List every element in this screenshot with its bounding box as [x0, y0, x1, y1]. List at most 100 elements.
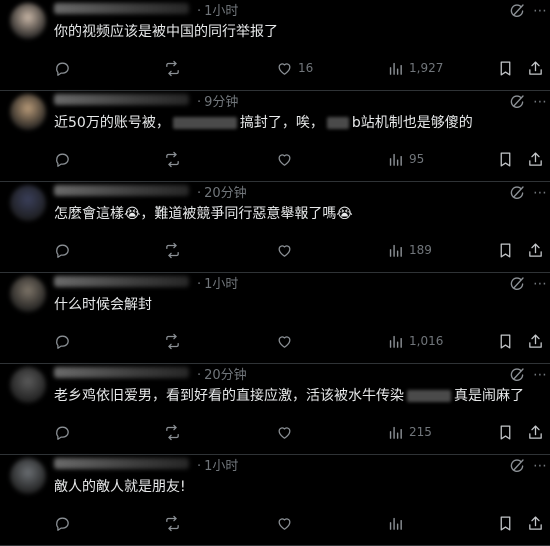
post-text: 什么时候会解封 [54, 295, 530, 315]
grok-icon[interactable] [508, 275, 526, 293]
repost-icon [166, 151, 179, 167]
reply-button[interactable] [54, 513, 76, 533]
post-time-text: 1小时 [204, 4, 239, 19]
share-icon [529, 242, 542, 257]
reply-post[interactable]: · 1小时 ⋯ 你的视频应该是被中国的同行举报了 16 1,927 [0, 0, 550, 91]
post-text-segment: 敵人的敵人就是朋友! [54, 479, 186, 495]
bookmark-button[interactable] [497, 58, 514, 78]
heart-icon [278, 244, 291, 257]
post-timestamp[interactable]: · 20分钟 [197, 182, 247, 201]
like-button[interactable]: 16 [276, 58, 313, 78]
redacted-text [407, 390, 451, 402]
grok-icon[interactable] [508, 457, 526, 475]
bookmark-icon [500, 60, 511, 76]
reply-button[interactable] [54, 240, 76, 260]
like-button[interactable] [276, 513, 298, 533]
share-button[interactable] [527, 422, 544, 442]
more-icon[interactable]: ⋯ [531, 93, 549, 111]
post-timestamp[interactable]: · 1小时 [197, 455, 238, 474]
more-icon[interactable]: ⋯ [531, 366, 549, 384]
author-name-redacted[interactable] [54, 94, 189, 105]
grok-icon[interactable] [508, 2, 526, 20]
author-name-redacted[interactable] [54, 367, 189, 378]
grok-icon[interactable] [508, 184, 526, 202]
post-text: 近50万的账号被， 搞封了，唉， b站机制也是够傻的 [54, 113, 530, 133]
avatar[interactable] [10, 185, 46, 221]
post-text-segment: 真是闹麻了 [454, 388, 524, 404]
reply-post[interactable]: · 1小时 ⋯ 敵人的敵人就是朋友! [0, 455, 550, 546]
views-button[interactable]: 95 [387, 149, 424, 169]
avatar[interactable] [10, 276, 46, 312]
author-name-redacted[interactable] [54, 3, 189, 14]
reply-post[interactable]: · 9分钟 ⋯ 近50万的账号被， 搞封了，唉， b站机制也是够傻的 95 [0, 91, 550, 182]
views-button[interactable] [387, 513, 409, 533]
share-icon [529, 60, 542, 75]
more-icon[interactable]: ⋯ [531, 2, 549, 20]
post-actions: 189 [54, 240, 550, 260]
share-button[interactable] [527, 513, 544, 533]
views-button[interactable]: 1,927 [387, 58, 443, 78]
repost-button[interactable] [164, 331, 186, 351]
bookmark-button[interactable] [497, 422, 514, 442]
more-icon[interactable]: ⋯ [531, 275, 549, 293]
repost-button[interactable] [164, 149, 186, 169]
bookmark-button[interactable] [497, 513, 514, 533]
views-button[interactable]: 215 [387, 422, 432, 442]
reply-post[interactable]: · 20分钟 ⋯ 怎麼會這樣😭，難道被競爭同行惡意舉報了嗎😭 189 [0, 182, 550, 273]
views-icon [389, 62, 402, 75]
post-timestamp[interactable]: · 1小时 [197, 273, 238, 292]
bookmark-icon [500, 242, 511, 258]
views-button[interactable]: 1,016 [387, 331, 443, 351]
reply-post[interactable]: · 1小时 ⋯ 什么时候会解封 1,016 [0, 273, 550, 364]
repost-button[interactable] [164, 422, 186, 442]
share-icon [529, 515, 542, 530]
bookmark-button[interactable] [497, 331, 514, 351]
post-timestamp[interactable]: · 9分钟 [197, 91, 238, 110]
like-button[interactable] [276, 331, 298, 351]
avatar[interactable] [10, 367, 46, 403]
share-button[interactable] [527, 331, 544, 351]
post-text-segment: b站机制也是够傻的 [351, 115, 473, 131]
reply-icon [56, 244, 69, 258]
bookmark-button[interactable] [497, 149, 514, 169]
post-text-segment: 怎麼會這樣😭，難道被競爭同行惡意舉報了嗎😭 [54, 206, 353, 222]
more-icon[interactable]: ⋯ [531, 184, 549, 202]
bookmark-button[interactable] [497, 240, 514, 260]
more-icon[interactable]: ⋯ [531, 457, 549, 475]
post-text: 老乡鸡依旧爱男，看到好看的直接应激，活该被水牛传染 真是闹麻了 [54, 386, 530, 406]
like-button[interactable] [276, 149, 298, 169]
repost-button[interactable] [164, 58, 186, 78]
post-timestamp[interactable]: · 20分钟 [197, 364, 247, 383]
author-name-redacted[interactable] [54, 458, 189, 469]
author-name-redacted[interactable] [54, 185, 189, 196]
like-button[interactable] [276, 240, 298, 260]
views-button[interactable]: 189 [387, 240, 432, 260]
share-button[interactable] [527, 240, 544, 260]
post-actions: 16 1,927 [54, 58, 550, 78]
reply-post[interactable]: ·20分钟 ⋯ 老乡鸡依旧爱男，看到好看的直接应激，活该被水牛传染 真是闹麻了 [0, 364, 550, 455]
like-button[interactable] [276, 422, 298, 442]
avatar[interactable] [10, 94, 46, 130]
repost-icon [166, 242, 179, 258]
post-text-segment: 搞封了，唉， [239, 115, 324, 131]
repost-button[interactable] [164, 513, 186, 533]
post-timestamp[interactable]: · 1小时 [197, 0, 238, 19]
repost-icon [166, 515, 179, 531]
reply-button[interactable] [54, 149, 76, 169]
view-count: 1,927 [409, 61, 444, 75]
grok-icon[interactable] [508, 366, 526, 384]
repost-button[interactable] [164, 240, 186, 260]
avatar[interactable] [10, 458, 46, 494]
post-text-segment: 什么时候会解封 [54, 297, 152, 313]
reply-button[interactable] [54, 58, 76, 78]
share-button[interactable] [527, 149, 544, 169]
reply-button[interactable] [54, 331, 76, 351]
avatar[interactable] [10, 3, 46, 39]
reply-button[interactable] [54, 422, 76, 442]
views-icon [389, 335, 402, 348]
share-button[interactable] [527, 58, 544, 78]
share-icon [529, 333, 542, 348]
view-count: 95 [409, 152, 425, 166]
author-name-redacted[interactable] [54, 276, 189, 287]
grok-icon[interactable] [508, 93, 526, 111]
